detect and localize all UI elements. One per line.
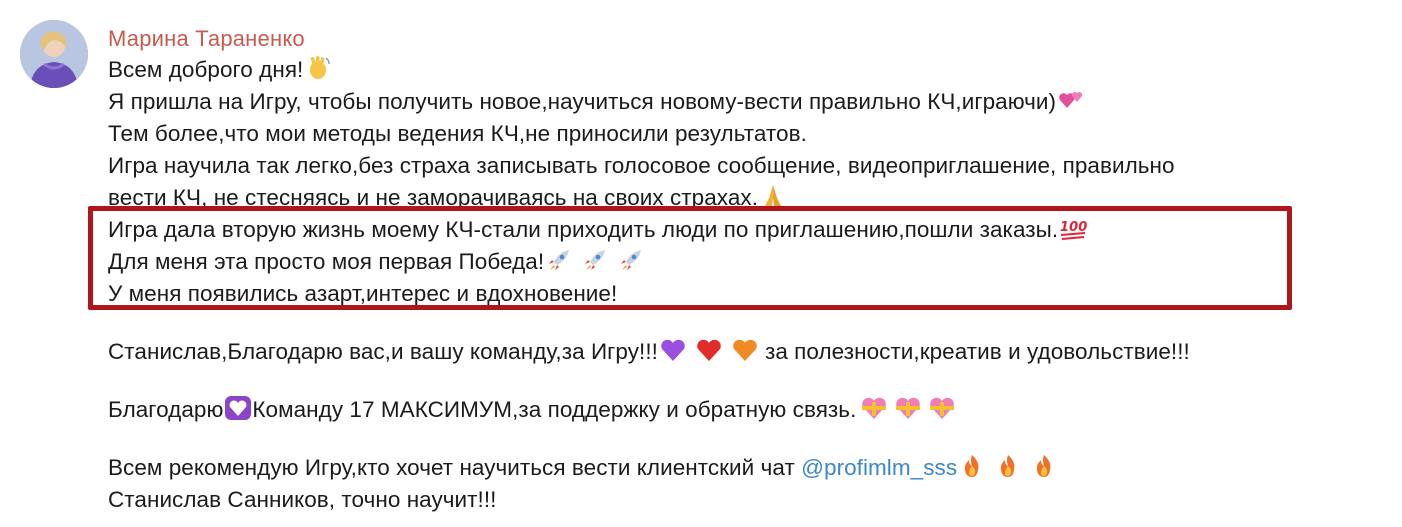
rocket-icon (545, 246, 573, 274)
message-line: Тем более,что мои методы ведения КЧ,не п… (108, 118, 1388, 150)
message-line: Станислав Санников, точно научит!!! (108, 484, 1388, 516)
message-line: Для меня эта просто моя первая Победа! (108, 246, 1388, 278)
line-text: Станислав Санников, точно научит!!! (108, 487, 497, 512)
heart-with-ribbon-icon (860, 394, 888, 422)
hundred-points-icon: 100 (1059, 214, 1087, 242)
message-body: Марина Тараненко Всем доброго дня! Я при… (108, 24, 1388, 516)
mention-link[interactable]: @profimlm_sss (801, 455, 957, 480)
line-text: Благодарю (108, 397, 224, 422)
sender-name[interactable]: Марина Тараненко (108, 24, 1388, 54)
message-line: Станислав,Благодарю вас,и вашу команду,з… (108, 336, 1388, 368)
purple-heart-icon (659, 336, 687, 364)
user-avatar-icon (20, 20, 88, 88)
line-text: Игра дала вторую жизнь моему КЧ-стали пр… (108, 217, 1059, 242)
line-text: за полезности,креатив и удовольствие!!! (764, 339, 1190, 364)
message-line: Игра научила так легко,без страха записы… (108, 150, 1388, 182)
message-line: Всем доброго дня! (108, 54, 1388, 86)
message-line: Игра дала вторую жизнь моему КЧ-стали пр… (108, 214, 1388, 246)
message-line: Всем рекомендую Игру,кто хочет научиться… (108, 452, 1388, 484)
message-line: вести КЧ, не стесняясь и не заморачиваяс… (108, 182, 1388, 214)
waving-hand-icon (304, 54, 332, 82)
line-text: У меня появились азарт,интерес и вдохнов… (108, 281, 618, 306)
line-text: вести КЧ, не стесняясь и не заморачиваяс… (108, 185, 759, 210)
heart-with-ribbon-icon (928, 394, 956, 422)
rocket-icon (617, 246, 645, 274)
line-text: Тем более,что мои методы ведения КЧ,не п… (108, 121, 807, 146)
line-text: Команду 17 МАКСИМУМ,за поддержку и обрат… (252, 397, 857, 422)
red-heart-icon (695, 336, 723, 364)
rocket-icon (581, 246, 609, 274)
fire-icon (958, 452, 986, 480)
avatar[interactable] (20, 20, 88, 88)
heart-with-ribbon-icon (894, 394, 922, 422)
line-text: Всем рекомендую Игру,кто хочет научиться… (108, 455, 802, 480)
fire-icon (1030, 452, 1058, 480)
line-text: Всем доброго дня! (108, 57, 304, 82)
line-text: Станислав,Благодарю вас,и вашу команду,з… (108, 339, 658, 364)
chat-message: Марина Тараненко Всем доброго дня! Я при… (0, 0, 1402, 527)
line-text: Игра научила так легко,без страха записы… (108, 153, 1175, 178)
fire-icon (994, 452, 1022, 480)
line-text: Я пришла на Игру, чтобы получить новое,н… (108, 89, 1057, 114)
message-line: Благодарю Команду 17 МАКСИМУМ,за поддержк… (108, 394, 1388, 426)
folded-hands-icon (759, 182, 787, 210)
revolving-hearts-icon (1057, 86, 1085, 114)
line-text: Для меня эта просто моя первая Победа! (108, 249, 545, 274)
message-line: Я пришла на Игру, чтобы получить новое,н… (108, 86, 1388, 118)
message-line: У меня появились азарт,интерес и вдохнов… (108, 278, 1388, 310)
heart-decoration-icon (224, 394, 252, 422)
orange-heart-icon (731, 336, 759, 364)
